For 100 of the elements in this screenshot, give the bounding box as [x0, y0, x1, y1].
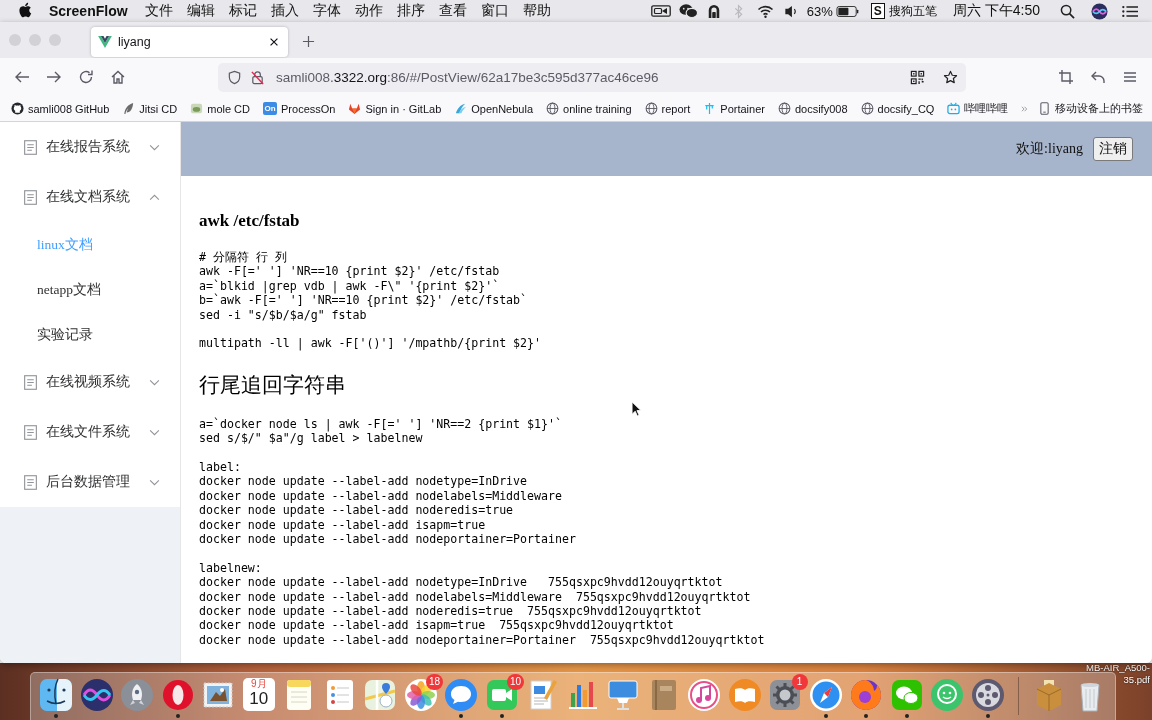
bookmark-link[interactable]: Jitsi CD	[122, 102, 178, 115]
crop-icon[interactable]	[1058, 69, 1074, 85]
calendar-month: 9月	[250, 678, 267, 689]
sidebar-menu-title[interactable]: 在线报告系统	[0, 122, 180, 172]
menu-item[interactable]: 字体	[312, 2, 341, 20]
sidebar-menu-title[interactable]: 在线视频系统	[0, 357, 180, 407]
logout-button[interactable]: 注销	[1093, 137, 1133, 161]
sidebar-menu-title[interactable]: 在线文档系统	[0, 172, 180, 222]
bookmark-link[interactable]: Portainer	[703, 102, 765, 115]
globe-icon	[546, 102, 560, 115]
menu-item[interactable]: 排序	[396, 2, 425, 20]
sidebar-item[interactable]: 实验记录	[0, 312, 180, 357]
menu-item[interactable]: 查看	[438, 2, 467, 20]
music-note-icon[interactable]	[686, 677, 723, 713]
home-icon[interactable]	[110, 69, 126, 85]
code-line: a=`docker node ls | awk -F[=' '] 'NR==2 {print $1}'`	[199, 416, 562, 432]
document-icon	[24, 139, 37, 155]
bookmark-folder-link[interactable]: 移动设备上的书签	[1038, 101, 1143, 116]
rocket-icon[interactable]	[119, 677, 156, 713]
menu-item[interactable]: 文件	[144, 2, 173, 20]
close-icon[interactable]	[268, 36, 280, 48]
bookmark-link[interactable]: docsify_CQ	[860, 102, 935, 115]
v-logo-icon	[98, 36, 112, 48]
code-line: docker node update --label-add nodetype=InDrive 755qsxpc9hvdd12ouyqrtktot	[199, 575, 724, 590]
clock[interactable]: 周六 下午4:50	[952, 2, 1040, 20]
tv-icon	[947, 102, 961, 115]
star-icon[interactable]	[943, 69, 958, 85]
input-method-name[interactable]: 搜狗五笔	[888, 2, 937, 20]
search-icon[interactable]	[1060, 3, 1075, 19]
bookmark-link[interactable]: docsify008	[777, 102, 848, 115]
speaker-icon[interactable]	[783, 3, 797, 19]
code-line: awk -F[=' '] 'NR==10 {print $2}' /etc/fstab	[199, 264, 501, 279]
code-line: docker node update --label-add nodetype=InDrive	[199, 474, 529, 489]
code-line: docker node update --label-add isapm=true	[199, 517, 487, 533]
menu-item[interactable]: 窗口	[480, 2, 509, 20]
code-line: sed s/$/" $a"/g label > labelnew	[199, 431, 424, 446]
code-line: docker node update --label-add noderedis=true 755qsxpc9hvdd12ouyqrtktot	[199, 604, 703, 619]
shield-icon[interactable]	[227, 69, 242, 85]
desktop-file-label[interactable]: MB-AIR_A500-	[1086, 663, 1150, 673]
film-reel-icon[interactable]	[969, 677, 1006, 713]
menu-item[interactable]: 标记	[228, 2, 257, 20]
bookmark-link[interactable]: OpenNebula	[454, 102, 534, 115]
face-tile-icon[interactable]	[38, 677, 75, 713]
sidebar-menu-title[interactable]: 在线文件系统	[0, 407, 180, 457]
wifi-icon[interactable]	[756, 4, 774, 18]
bookmark-link[interactable]: mole CD	[190, 102, 250, 115]
chat-bubbles-icon[interactable]	[678, 3, 698, 19]
code-line: docker node update --label-add isapm=true 755qsxpc9hvdd12ouyqrtktot	[199, 618, 675, 633]
code-line: multipath -ll | awk -F['()'] '/mpathb/{print $2}'	[199, 336, 542, 351]
flower-icon[interactable]	[402, 677, 439, 713]
notification-badge: 10	[506, 674, 524, 690]
battery-icon[interactable]	[835, 5, 859, 17]
wave-orb-icon[interactable]	[1091, 2, 1108, 20]
compass-icon[interactable]	[807, 677, 844, 713]
bookmark-link[interactable]: samli008 GitHub	[11, 102, 110, 115]
speech-bubble-icon[interactable]	[443, 677, 480, 713]
menu-item[interactable]: 帮助	[522, 2, 551, 20]
address-field[interactable]: samli008.3322.org:86/#/PostView/62a17be3c595d377ac46ce96	[218, 62, 966, 92]
input-method-logo[interactable]: S	[870, 3, 885, 19]
code-line: labelnew:	[199, 560, 263, 576]
bookmark-link[interactable]: report	[644, 102, 691, 115]
lock-slash-icon[interactable]	[250, 69, 265, 85]
menu-icon[interactable]	[1122, 69, 1138, 85]
browser-tab[interactable]: liyang	[91, 27, 288, 57]
menu-item[interactable]: 编辑	[186, 2, 215, 20]
code-line: docker node update --label-add noderedis=true	[199, 503, 515, 518]
curved-arrow-icon[interactable]	[1090, 69, 1106, 85]
bookmark-link[interactable]: On ProcessOn	[263, 102, 336, 115]
sidebar-item[interactable]: netapp文档	[0, 267, 180, 312]
sidebar-menu-title[interactable]: 后台数据管理	[0, 457, 180, 507]
logo-tile: On	[263, 102, 277, 115]
apple-icon[interactable]	[19, 2, 32, 18]
document-icon	[24, 474, 37, 490]
feather-icon	[122, 102, 136, 115]
heading: 行尾追回字符串	[199, 371, 346, 398]
plus-icon[interactable]	[302, 35, 315, 48]
arrow-right-icon[interactable]	[46, 69, 62, 85]
document-icon	[24, 189, 37, 205]
open-book-icon[interactable]	[726, 677, 763, 713]
bookmark-link[interactable]: Sign in · GitLab	[348, 102, 442, 115]
bookmark-link[interactable]: 哔哩哔哩	[947, 101, 1009, 116]
menu-item[interactable]: 动作	[354, 2, 383, 20]
arch-icon[interactable]	[706, 3, 721, 19]
code-line: label:	[199, 460, 242, 475]
desktop-file-label[interactable]: 35.pdf	[1123, 675, 1150, 685]
wave-orb-icon[interactable]	[78, 677, 115, 713]
arrow-left-icon[interactable]	[14, 69, 30, 85]
globe-icon	[860, 102, 874, 115]
fox-head-icon	[348, 102, 362, 115]
video-camera-icon[interactable]	[650, 4, 671, 18]
app-menu[interactable]: ScreenFlow	[49, 3, 128, 19]
bookmark-link[interactable]: online training	[546, 102, 632, 115]
menu-item[interactable]: 插入	[270, 2, 299, 20]
smiley-icon[interactable]	[929, 677, 966, 713]
calendar-icon[interactable]: 9月 10	[242, 678, 275, 711]
document-icon	[24, 374, 37, 390]
qr-code-icon[interactable]	[910, 69, 925, 85]
reload-icon[interactable]	[78, 69, 94, 85]
code-line: docker node update --label-add nodelabels=Middleware 755qsxpc9hvdd12ouyqrtktot	[199, 589, 752, 605]
list-icon[interactable]	[1122, 4, 1138, 18]
